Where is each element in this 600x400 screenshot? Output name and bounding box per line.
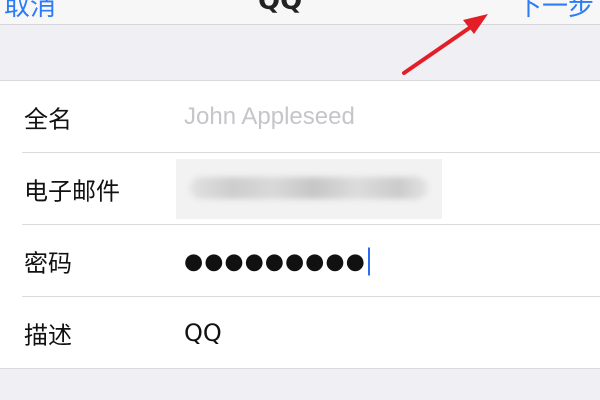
password-dots: ●●●●●●●●● [184, 249, 366, 275]
full-name-input[interactable]: John Appleseed [184, 103, 355, 131]
navigation-bar: 取消 QQ 下一步 [0, 0, 600, 25]
account-form: 全名 John Appleseed 电子邮件 密码 ●●●●●●●●● 描述 Q… [0, 80, 600, 369]
text-cursor [367, 247, 370, 276]
description-row[interactable]: 描述 QQ [0, 297, 600, 369]
cancel-button[interactable]: 取消 [4, 0, 56, 23]
email-field[interactable] [176, 159, 442, 219]
password-field[interactable]: ●●●●●●●●● [184, 247, 370, 276]
email-label: 电子邮件 [24, 177, 120, 206]
password-row[interactable]: 密码 ●●●●●●●●● [0, 225, 600, 297]
full-name-row[interactable]: 全名 John Appleseed [0, 81, 600, 153]
email-row[interactable]: 电子邮件 [0, 153, 600, 225]
redacted-email-value [190, 177, 428, 199]
section-spacer [0, 25, 600, 80]
next-button[interactable]: 下一步 [516, 0, 594, 23]
description-label: 描述 [24, 321, 72, 350]
password-label: 密码 [24, 249, 72, 278]
description-field[interactable]: QQ [184, 319, 222, 347]
nav-title: QQ [258, 0, 303, 16]
full-name-label: 全名 [24, 105, 72, 134]
